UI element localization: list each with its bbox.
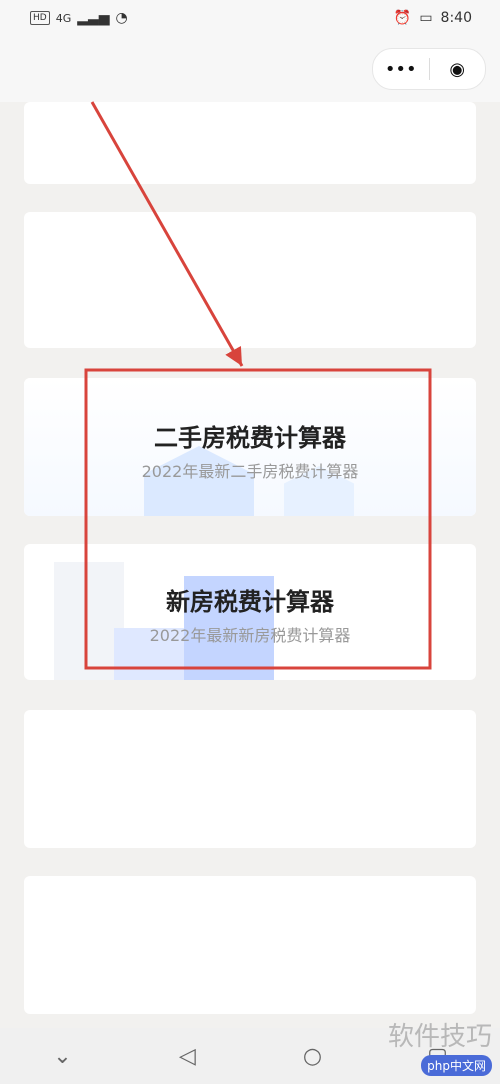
card-subtitle: 2022年最新新房税费计算器 xyxy=(149,626,351,645)
card-title: 新房税费计算器 xyxy=(166,588,334,616)
status-right: ⏰ ▭ 8:40 xyxy=(394,10,472,26)
wifi-icon: ◔ xyxy=(115,10,128,26)
status-left: HD 4G ▂▃▅ ◔ xyxy=(30,10,128,26)
signal-icon: ▂▃▅ xyxy=(77,10,110,26)
home-circle-icon[interactable]: ○ xyxy=(288,1036,338,1076)
watermark: 软件技巧 php中文网 xyxy=(388,1023,492,1076)
watermark-badge: php中文网 xyxy=(421,1055,492,1076)
card-blank-5[interactable] xyxy=(24,710,476,848)
card-blank-6[interactable] xyxy=(24,876,476,1014)
capsule-menu: ••• ◉ xyxy=(372,48,486,90)
status-bar: HD 4G ▂▃▅ ◔ ⏰ ▭ 8:40 xyxy=(0,0,500,36)
chevron-down-icon[interactable]: ⌄ xyxy=(38,1036,88,1076)
more-dots-icon[interactable]: ••• xyxy=(373,49,429,89)
scroll-content[interactable]: 二手房税费计算器 2022年最新二手房税费计算器 新房税费计算器 2022年最新… xyxy=(0,102,500,1028)
card-new-house-tax[interactable]: 新房税费计算器 2022年最新新房税费计算器 xyxy=(24,544,476,680)
back-triangle-icon[interactable]: ◁ xyxy=(163,1036,213,1076)
mini-program-title-bar: ••• ◉ xyxy=(0,36,500,102)
card-second-hand-tax[interactable]: 二手房税费计算器 2022年最新二手房税费计算器 xyxy=(24,378,476,516)
hd-badge: HD xyxy=(30,11,50,25)
network-label: 4G xyxy=(55,11,72,25)
watermark-text: 软件技巧 xyxy=(387,1022,492,1052)
card-top-partial[interactable] xyxy=(24,102,476,184)
card-subtitle: 2022年最新二手房税费计算器 xyxy=(141,462,359,481)
card-blank-2[interactable] xyxy=(24,212,476,348)
clock-time: 8:40 xyxy=(440,10,472,26)
card-title: 二手房税费计算器 xyxy=(154,424,346,452)
alarm-icon: ⏰ xyxy=(393,10,412,26)
target-close-icon[interactable]: ◉ xyxy=(429,49,485,89)
battery-icon: ▭ xyxy=(419,10,433,26)
